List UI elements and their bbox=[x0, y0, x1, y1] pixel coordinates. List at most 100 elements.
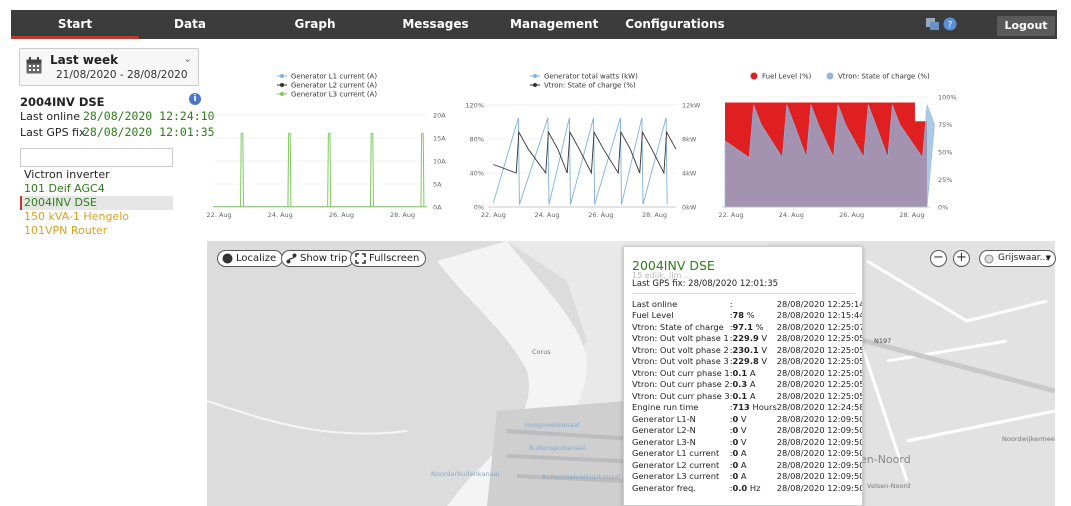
current-spike bbox=[240, 132, 245, 208]
info-icon[interactable]: i bbox=[189, 93, 201, 105]
popup-row: Generator L2-N:0 V 28/08/2020 12:09:50 bbox=[632, 425, 862, 437]
device-title: 2004INV DSE bbox=[20, 95, 105, 109]
popup-row-number: 0 bbox=[732, 425, 739, 436]
period-selector[interactable]: Last week 21/08/2020 - 28/08/2020 ⌄ bbox=[19, 48, 199, 86]
popup-gps: Last GPS fix: 28/08/2020 12:01:35 bbox=[632, 279, 779, 289]
map-layer-label: Grijswaar... bbox=[998, 253, 1049, 263]
popup-row-number: 78 bbox=[732, 310, 745, 321]
device-search-input[interactable] bbox=[20, 148, 173, 167]
zoom-out-button[interactable]: − bbox=[930, 250, 947, 267]
x-tick-label: 24. Aug bbox=[535, 211, 560, 219]
watts-line bbox=[492, 117, 668, 205]
popup-row-number: 0 bbox=[732, 471, 739, 482]
tab-graph[interactable]: Graph bbox=[280, 10, 350, 39]
map-label: N197 bbox=[874, 337, 892, 345]
popup-row-unit: V bbox=[740, 413, 747, 424]
popup-row-label: Generator L2 current bbox=[632, 459, 720, 470]
popup-row-value bbox=[733, 298, 777, 310]
localize-button[interactable]: Localize bbox=[217, 250, 284, 267]
last-online-value: 28/08/2020 12:24:10 bbox=[83, 109, 215, 123]
current-spike bbox=[287, 132, 292, 208]
device-item[interactable]: 2004INV DSE bbox=[20, 196, 173, 210]
popup-row-unit: A bbox=[749, 379, 756, 390]
popup-row-number: 230.1 bbox=[732, 344, 759, 355]
top-navigation: Start Data Graph Messages Management Con… bbox=[0, 0, 1071, 39]
popup-row: Generator L2 current:0 A 28/08/2020 12:09… bbox=[632, 459, 863, 471]
device-item[interactable]: 150 kVA-1 Hengelo bbox=[20, 210, 173, 224]
popup-row: Vtron: Out curr phase 1:0.1 A 28/08/2020 … bbox=[632, 367, 862, 379]
logout-button[interactable]: Logout bbox=[997, 16, 1055, 36]
calendar-icon bbox=[26, 57, 42, 74]
tab-messages[interactable]: Messages bbox=[398, 10, 473, 39]
popup-row-value: 0 V bbox=[733, 413, 777, 425]
popup-row-number: 0.1 bbox=[732, 390, 748, 401]
popup-row-number: 0.3 bbox=[732, 379, 748, 390]
zoom-in-button[interactable]: + bbox=[953, 250, 970, 267]
tab-configurations[interactable]: Configurations bbox=[625, 10, 725, 39]
y-tick-label: 75% bbox=[938, 121, 952, 129]
chart2-svg: Generator total watts (kW)Vtron: State o… bbox=[465, 73, 701, 220]
popup-row-number: 0 bbox=[732, 448, 739, 459]
map-label: Corus bbox=[532, 348, 551, 356]
device-item[interactable]: Victron inverter bbox=[20, 168, 173, 182]
legend-label: Fuel Level (%) bbox=[762, 73, 812, 81]
popup-row: Vtron: State of charge:97.1 % 28/08/2020 … bbox=[632, 321, 862, 333]
layers-icon bbox=[984, 254, 994, 264]
popup-row-value: 0 A bbox=[733, 471, 777, 483]
device-item[interactable]: 101VPN Router bbox=[20, 224, 173, 238]
x-tick-label: 28. Aug bbox=[390, 211, 415, 219]
popup-row-unit: V bbox=[761, 356, 768, 367]
device-item[interactable]: 101 Deif AGC4 bbox=[20, 182, 173, 196]
y-tick-label: 5A bbox=[433, 181, 442, 189]
popup-row-unit: A bbox=[740, 459, 747, 470]
map-label: Hoogovenkanaal bbox=[525, 421, 580, 429]
x-tick-label: 24. Aug bbox=[268, 211, 293, 219]
y-right-tick-label: 8kW bbox=[682, 136, 697, 144]
popup-row-unit: V bbox=[761, 333, 768, 344]
tab-start[interactable]: Start bbox=[11, 10, 139, 39]
tab-data[interactable]: Data bbox=[160, 10, 220, 39]
popup-table: Last online: 28/08/2020 12:25:14 Fuel Lev… bbox=[632, 298, 863, 494]
popup-row-number: 97.1 bbox=[732, 321, 753, 332]
chart1-svg: Generator L1 current (A)Generator L2 cur… bbox=[207, 73, 447, 220]
period-title: Last week bbox=[50, 53, 119, 67]
x-tick-label: 28. Aug bbox=[642, 211, 667, 219]
popup-row-label: Fuel Level bbox=[632, 310, 674, 321]
localize-label: Localize bbox=[236, 253, 277, 264]
help-icon[interactable]: ? bbox=[943, 17, 957, 31]
popup-row-value: 0 A bbox=[733, 448, 777, 460]
map-label: Buitentoeleidingskanaal bbox=[542, 473, 621, 481]
route-icon bbox=[286, 253, 297, 264]
popup-row-label: Generator freq. bbox=[632, 482, 696, 493]
fullscreen-button[interactable]: Fullscreen bbox=[350, 250, 427, 267]
popup-row: Vtron: Out curr phase 3:0.1 A 28/08/2020 … bbox=[632, 390, 862, 402]
popup-row-time: 28/08/2020 12:09:50 bbox=[776, 459, 863, 470]
current-spike bbox=[369, 132, 374, 208]
popup-row-number: 229.8 bbox=[732, 356, 759, 367]
device-list: Victron inverter 101 Deif AGC4 2004INV DSE… bbox=[20, 168, 173, 238]
popup-row-unit: % bbox=[746, 310, 755, 321]
language-icon[interactable] bbox=[926, 17, 940, 31]
current-spike bbox=[327, 132, 332, 208]
show-trip-button[interactable]: Show trip bbox=[281, 250, 355, 267]
popup-divider bbox=[632, 293, 856, 294]
y-tick-label: 0% bbox=[938, 204, 948, 212]
chevron-down-icon: ⌄ bbox=[183, 52, 193, 65]
popup-row-value: 0 V bbox=[733, 425, 777, 437]
popup-row-label: Last online bbox=[632, 298, 678, 309]
popup-row-label: Generator L1 current bbox=[632, 448, 720, 459]
x-tick-label: 26. Aug bbox=[588, 211, 613, 219]
y-right-tick-label: 12kW bbox=[682, 102, 701, 110]
popup-row-label: Vtron: Out volt phase 1 bbox=[632, 333, 729, 344]
popup-row: Vtron: Out volt phase 2:230.1 V 28/08/202… bbox=[632, 344, 863, 356]
y-right-tick-label: 4kW bbox=[682, 170, 697, 178]
tab-management[interactable]: Management bbox=[510, 10, 598, 39]
popup-row-time: 28/08/2020 12:25:05 bbox=[776, 344, 863, 355]
map-layer-select[interactable]: Grijswaar... ▼ bbox=[979, 250, 1056, 267]
popup-row-label: Vtron: Out curr phase 1 bbox=[632, 367, 730, 378]
y-tick-label: 0A bbox=[433, 204, 442, 212]
y-right-tick-label: 0kW bbox=[682, 204, 697, 212]
popup-row-number: 229.9 bbox=[732, 333, 759, 344]
legend-marker bbox=[750, 72, 758, 80]
popup-row-time: 28/08/2020 12:15:44 bbox=[776, 310, 863, 321]
